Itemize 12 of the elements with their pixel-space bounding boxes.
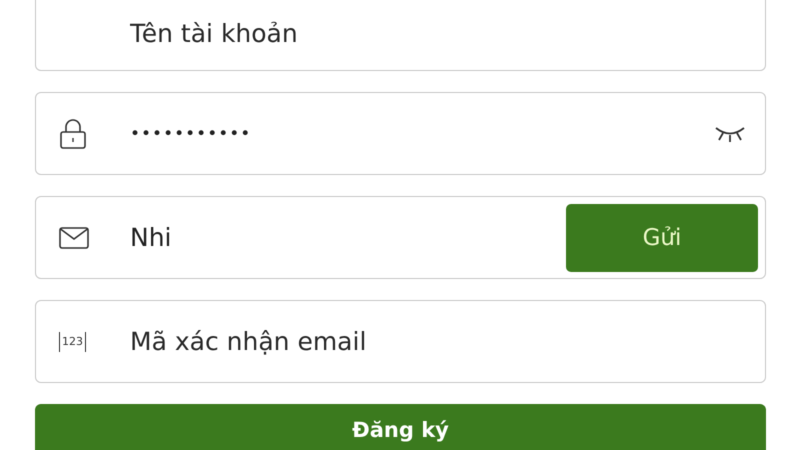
- input-field[interactable]: Nhi: [130, 218, 566, 256]
- text-field[interactable]: •••••••••••: [35, 92, 766, 175]
- text-field[interactable]: Nhi Gửi: [35, 196, 766, 279]
- send-button[interactable]: Gửi: [566, 204, 758, 272]
- closed-eye-icon[interactable]: [714, 124, 746, 142]
- input-field[interactable]: •••••••••••: [130, 114, 714, 152]
- text-field[interactable]: Tên tài khoản: [35, 0, 766, 71]
- mail-icon: [59, 226, 89, 248]
- lock-icon: [59, 118, 87, 150]
- input-field[interactable]: Tên tài khoản: [130, 14, 758, 52]
- register-button[interactable]: Đăng ký: [35, 404, 766, 450]
- input-field[interactable]: Mã xác nhận email: [130, 322, 758, 360]
